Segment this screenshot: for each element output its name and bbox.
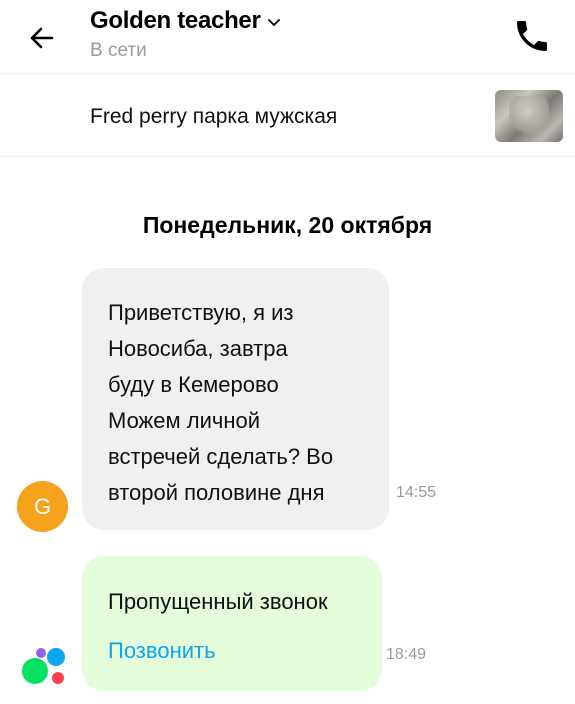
message-line: встречей сделать? Во	[108, 444, 334, 469]
chevron-down-icon	[267, 18, 280, 26]
message-line: Можем личной	[108, 408, 261, 433]
message-line: буду в Кемерово	[108, 372, 279, 397]
arrow-left-icon	[30, 27, 54, 49]
message-text: Приветствую, я из Новосиба, завтра буду …	[108, 295, 367, 511]
message-line: Новосиба, завтра	[108, 336, 288, 361]
listing-bar[interactable]: Fred perry парка мужская	[0, 75, 575, 157]
online-status: В сети	[90, 40, 147, 61]
call-back-link[interactable]: Позвонить	[108, 638, 216, 664]
chat-header: Golden teacher В сети	[0, 0, 575, 74]
avito-logo-icon	[22, 648, 65, 684]
phone-icon	[517, 21, 547, 51]
call-button[interactable]	[512, 16, 552, 56]
missed-call-bubble: Пропущенный звонок Позвонить	[82, 556, 382, 691]
message-time: 18:49	[386, 646, 427, 663]
missed-call-text: Пропущенный звонок	[108, 589, 328, 614]
message-time: 14:55	[396, 484, 437, 501]
date-separator: Понедельник, 20 октября	[142, 212, 433, 238]
message-bubble[interactable]: Приветствую, я из Новосиба, завтра буду …	[82, 268, 389, 530]
listing-thumbnail[interactable]	[495, 90, 563, 142]
avatar-letter: G	[33, 493, 52, 519]
message-line: Приветствую, я из	[108, 300, 294, 325]
message-line: второй половине дня	[108, 480, 325, 505]
contact-name: Golden teacher	[90, 7, 261, 34]
contact-name-dropdown[interactable]: Golden teacher	[90, 7, 280, 35]
listing-title: Fred perry парка мужская	[90, 105, 338, 128]
back-button[interactable]	[22, 18, 62, 58]
avatar[interactable]: G	[17, 481, 68, 532]
